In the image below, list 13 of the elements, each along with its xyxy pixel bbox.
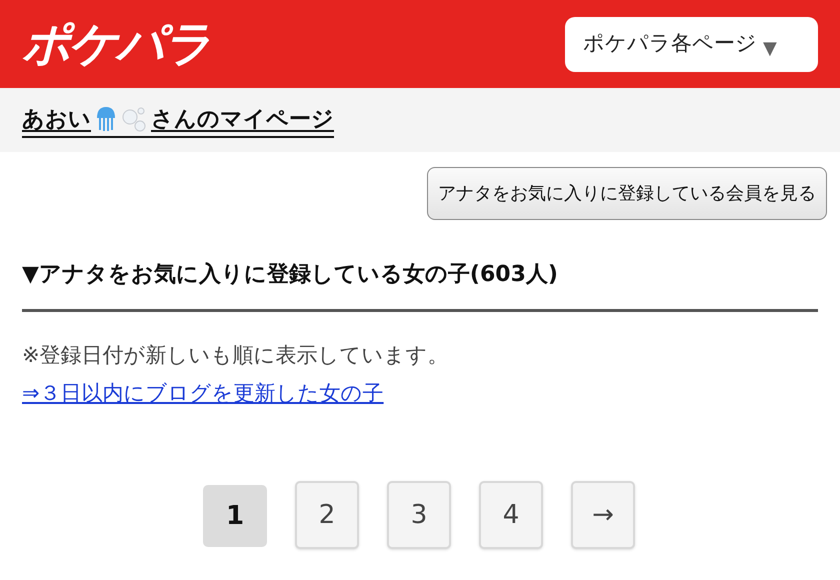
- recent-blog-link[interactable]: ⇒３日以内にブログを更新した女の子: [22, 378, 384, 409]
- jellyfish-icon: [95, 106, 117, 132]
- section-heading: ▼アナタをお気に入りに登録している女の子(603人): [22, 261, 559, 289]
- page-button[interactable]: 1: [203, 485, 267, 547]
- page-button[interactable]: 3: [387, 481, 451, 549]
- view-members-button[interactable]: アナタをお気に入りに登録している会員を見る: [427, 167, 827, 220]
- page-button[interactable]: 2: [295, 481, 359, 549]
- page-button[interactable]: 4: [479, 481, 543, 549]
- page-menu-dropdown[interactable]: ポケパラ各ページ ▼: [565, 16, 818, 72]
- bubbles-icon: [121, 106, 147, 132]
- sort-note: ※登録日付が新しいも順に表示しています。: [22, 342, 450, 369]
- page-button[interactable]: →: [571, 481, 635, 549]
- site-logo[interactable]: ポケパラ: [22, 20, 210, 68]
